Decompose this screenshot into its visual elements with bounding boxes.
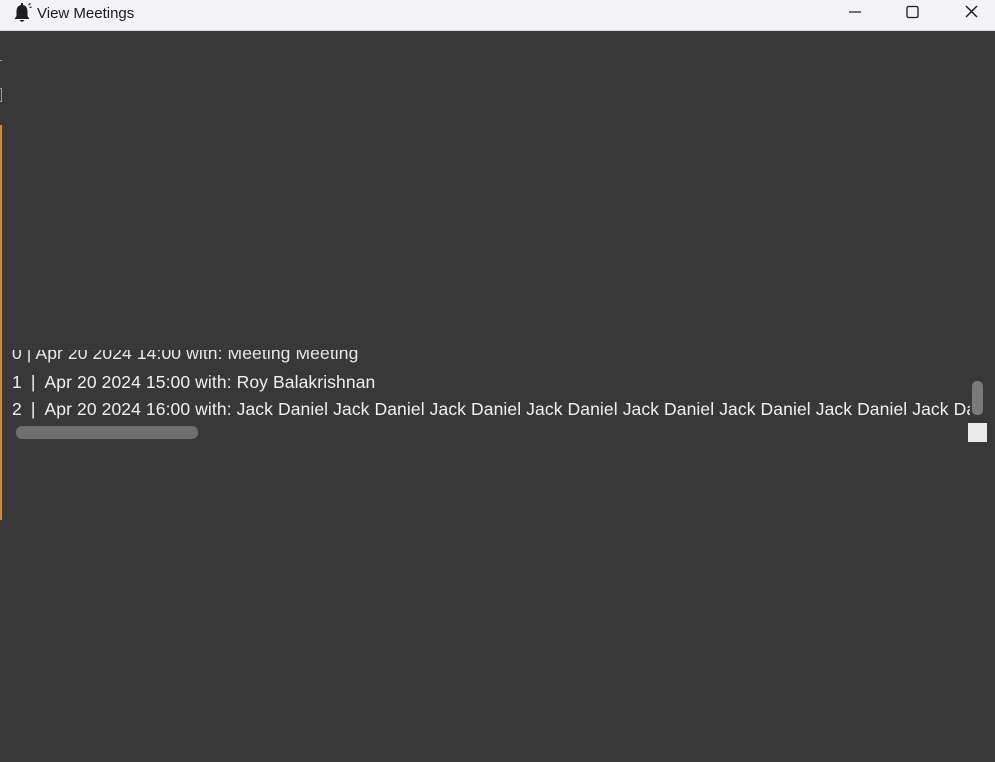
- meeting-text: Apr 20 2024 15:00 with: Roy Balakrishnan: [44, 372, 376, 392]
- maximize-button[interactable]: [884, 0, 942, 30]
- horizontal-scrollbar-thumb[interactable]: [16, 426, 198, 439]
- meeting-text: Apr 20 2024 16:00 with: Jack Daniel Jack…: [44, 399, 971, 419]
- scrollbar-corner: [968, 423, 987, 442]
- meetings-list[interactable]: 0 | Apr 20 2024 14:00 with: Meeting Meet…: [8, 350, 970, 422]
- meeting-index: 2: [12, 399, 22, 419]
- window-title: View Meetings: [37, 5, 135, 22]
- meeting-separator: |: [30, 399, 36, 419]
- list-item[interactable]: 1 | Apr 20 2024 15:00 with: Roy Balakrishn…: [12, 372, 375, 393]
- title-bar[interactable]: View Meetings: [0, 0, 995, 31]
- left-edge-mark: [0, 88, 2, 102]
- minimize-button[interactable]: [826, 0, 884, 30]
- left-edge-accent: [0, 125, 2, 520]
- list-item[interactable]: 2 | Apr 20 2024 16:00 with: Jack Daniel Ja…: [12, 399, 970, 420]
- list-item-clipped[interactable]: 0 | Apr 20 2024 14:00 with: Meeting Meet…: [12, 350, 358, 364]
- bell-icon: [12, 3, 32, 25]
- meetings-window: View Meetings 0 | Apr 20 2024 14:00 with…: [0, 0, 995, 762]
- maximize-icon: [906, 5, 919, 19]
- vertical-scrollbar-thumb[interactable]: [972, 381, 983, 415]
- meeting-index: 1: [12, 372, 22, 392]
- left-edge-mark: [0, 60, 2, 61]
- close-icon: [965, 5, 978, 18]
- minimize-icon: [849, 11, 861, 13]
- close-button[interactable]: [942, 0, 995, 30]
- meeting-separator: |: [30, 372, 36, 392]
